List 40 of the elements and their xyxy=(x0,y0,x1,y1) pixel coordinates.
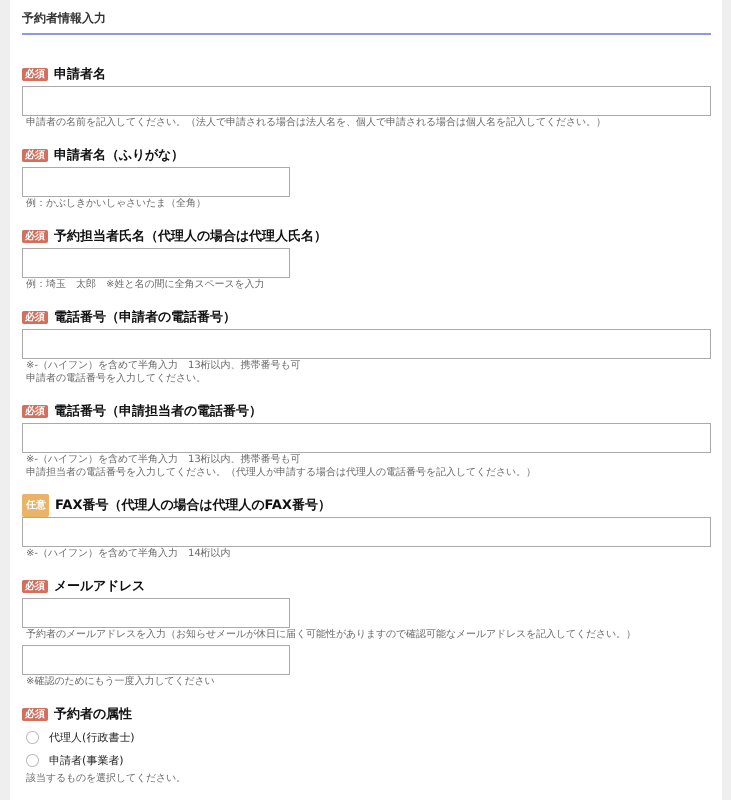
input-field[interactable] xyxy=(22,86,711,116)
field-label: 予約者の属性 xyxy=(54,706,132,723)
field-badge: 必須 xyxy=(22,580,48,592)
field-hint: ※-（ハイフン）を含めて半角入力 13桁以内、携帯番号も可 xyxy=(25,359,302,372)
field-label: 申請者名 xyxy=(54,66,106,83)
field-hint: 申請担当者の電話番号を入力してください。（代理人が申請する場合は代理人の電話番号を記入してください。） xyxy=(25,466,537,479)
field-badge: 任意 xyxy=(22,494,49,516)
field-hint: 例：かぶしきかいしゃさいたま（全角） xyxy=(25,197,207,210)
input-field[interactable] xyxy=(22,423,711,453)
field-badge: 必須 xyxy=(22,230,48,242)
field-label: 申請者名（ふりがな） xyxy=(54,147,184,164)
field-hint: ※確認のためにもう一度入力してください xyxy=(25,675,216,688)
input-field[interactable] xyxy=(22,598,290,628)
radio-button[interactable] xyxy=(26,754,39,767)
field-label: 電話番号（申請担当者の電話番号） xyxy=(54,403,262,420)
field-badge: 必須 xyxy=(22,708,48,720)
field-label: メールアドレス xyxy=(54,578,145,595)
input-field[interactable] xyxy=(22,167,290,197)
field-label: FAX番号（代理人の場合は代理人のFAX番号） xyxy=(55,497,331,514)
field-badge: 必須 xyxy=(22,68,48,80)
input-field[interactable] xyxy=(22,329,711,359)
field-badge: 必須 xyxy=(22,404,48,418)
field-badge: 必須 xyxy=(22,148,48,162)
field-badge: 必須 xyxy=(22,310,48,324)
field-hint: 申請者の名前を記入してください。（法人で申請される場合は法人名を、個人で申請される場合は個人名を記入してください。） xyxy=(25,116,607,129)
input-field[interactable] xyxy=(22,645,290,675)
radio-label[interactable]: 代理人(行政書士) xyxy=(49,730,135,745)
field-hint: 予約者のメールアドレスを入力（お知らせメールが休日に届く可能性がありますので確認可能なメールアドレスを記入してください。） xyxy=(25,628,637,641)
input-field[interactable] xyxy=(22,517,711,547)
radio-button[interactable] xyxy=(26,731,39,744)
radio-label[interactable]: 申請者(事業者) xyxy=(49,753,124,768)
field-label: 電話番号（申請者の電話番号） xyxy=(54,309,236,326)
field-hint: 例：埼玉 太郎 ※姓と名の間に全角スペースを入力 xyxy=(25,278,266,291)
field-hint: ※-（ハイフン）を含めて半角入力 14桁以内 xyxy=(25,547,232,560)
field-hint: ※-（ハイフン）を含めて半角入力 13桁以内、携帯番号も可 xyxy=(25,453,302,466)
input-field[interactable] xyxy=(22,248,290,278)
field-label: 予約担当者氏名（代理人の場合は代理人氏名） xyxy=(54,228,327,245)
field-hint: 該当するものを選択してください。 xyxy=(25,772,187,785)
field-hint: 申請者の電話番号を入力してください。 xyxy=(25,372,207,385)
section-title: 予約者情報入力 xyxy=(22,8,711,35)
